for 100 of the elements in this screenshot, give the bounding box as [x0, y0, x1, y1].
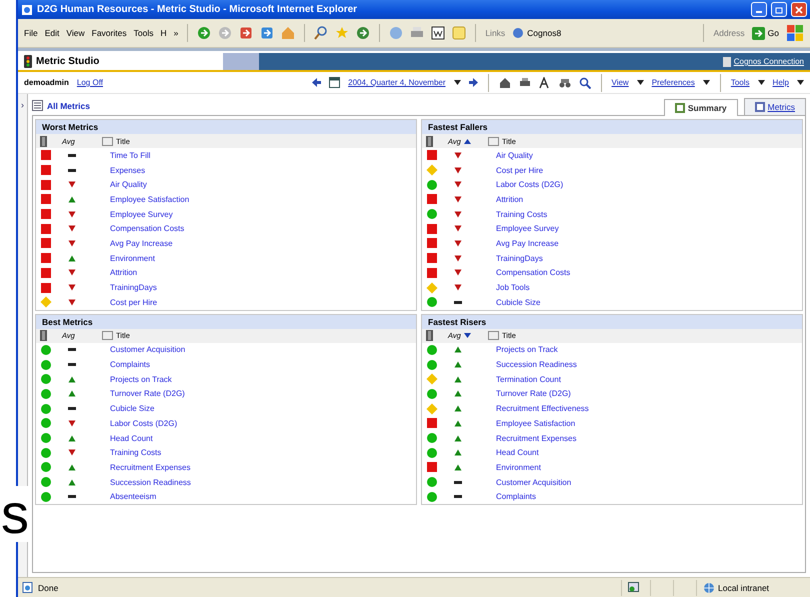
metric-link[interactable]: Employee Satisfaction [110, 194, 190, 204]
metric-link[interactable]: Attrition [110, 268, 138, 278]
square-icon [426, 237, 438, 250]
metric-link[interactable]: Job Tools [496, 283, 530, 292]
links-label: Links [485, 28, 506, 38]
metric-link[interactable]: Air Quality [496, 150, 533, 160]
metric-link[interactable]: Customer Acquisition [110, 345, 186, 354]
binoculars-icon[interactable] [558, 76, 571, 88]
font-size-icon[interactable] [538, 76, 551, 88]
circle-icon [40, 432, 52, 444]
metric-link[interactable]: TrainingDays [110, 283, 157, 292]
close-icon [795, 6, 803, 14]
menu-item[interactable]: View [66, 28, 85, 38]
metric-link[interactable]: TrainingDays [496, 254, 543, 263]
printer-icon[interactable] [518, 76, 531, 88]
metric-link[interactable]: Environment [496, 462, 541, 472]
diamond-icon [426, 402, 438, 415]
menu-item[interactable]: H [160, 28, 167, 38]
metric-link[interactable]: Cost per Hire [496, 166, 544, 175]
metric-link[interactable]: Training Costs [110, 448, 162, 458]
home-icon[interactable] [498, 76, 511, 88]
circle-icon [40, 373, 52, 386]
circle-icon [40, 476, 52, 488]
tab[interactable]: Summary [664, 99, 738, 116]
metric-link[interactable]: Cubicle Size [496, 298, 540, 307]
metric-link[interactable]: Head Count [110, 434, 153, 443]
caret-icon[interactable] [758, 80, 765, 85]
metric-link[interactable]: Head Count [496, 448, 539, 458]
metric-link[interactable]: Succession Readiness [496, 360, 577, 370]
cognos-connection-link[interactable]: Cognos Connection [722, 56, 810, 66]
restore-button[interactable] [771, 2, 787, 17]
menu-link[interactable]: Tools [730, 78, 750, 87]
metric-link[interactable]: Succession Readiness [110, 478, 191, 487]
links-item[interactable]: Cognos8 [512, 27, 562, 39]
log-off-link[interactable]: Log Off [76, 78, 103, 87]
metric-link[interactable]: Cost per Hire [110, 298, 158, 307]
menu-link[interactable]: View [612, 78, 629, 87]
metric-link[interactable]: Absenteeism [110, 492, 156, 502]
diamond-icon [426, 282, 438, 294]
close-button[interactable] [791, 2, 807, 17]
calendar-icon [329, 77, 340, 88]
metric-link[interactable]: Labor Costs (D2G) [496, 180, 564, 190]
metric-link[interactable]: Employee Survey [496, 224, 559, 234]
square-icon [40, 178, 52, 191]
star-icon[interactable] [335, 26, 350, 40]
metric-link[interactable]: Compensation Costs [110, 224, 184, 234]
metric-link[interactable]: Air Quality [110, 180, 147, 190]
caret-icon[interactable] [636, 80, 644, 85]
metric-link[interactable]: Time To Fill [110, 150, 150, 160]
window-title: D2G Human Resources - Metric Studio - Microsoft Internet Explorer [37, 4, 358, 15]
minimize-button[interactable] [751, 2, 767, 17]
menu-item[interactable]: Tools [134, 28, 154, 38]
metric-link[interactable]: Training Costs [496, 210, 548, 219]
metric-link[interactable]: Recruitment Effectiveness [496, 404, 589, 414]
menu-item[interactable]: Favorites [92, 28, 127, 38]
circle-icon [40, 417, 52, 430]
metric-link[interactable]: Compensation Costs [496, 268, 570, 278]
metric-link[interactable]: Turnover Rate (D2G) [110, 389, 185, 398]
metric-link[interactable]: Attrition [496, 194, 524, 204]
metric-link[interactable]: Employee Survey [110, 210, 173, 219]
metric-link[interactable]: Complaints [110, 360, 150, 370]
period-link[interactable]: 2004, Quarter 4, November [348, 78, 446, 87]
menu-item[interactable]: File [24, 28, 38, 38]
metric-link[interactable]: Employee Satisfaction [496, 418, 576, 428]
caret-icon[interactable] [702, 80, 710, 85]
metric-link[interactable]: Customer Acquisition [496, 478, 572, 487]
metric-link[interactable]: Avg Pay Increase [496, 238, 559, 248]
minimize-icon [756, 11, 762, 13]
menu-link[interactable]: Preferences [652, 78, 695, 87]
search-icon[interactable] [578, 76, 591, 88]
metric-link[interactable]: Projects on Track [496, 345, 558, 354]
go-button[interactable]: Go [752, 26, 779, 40]
metric-link[interactable]: Projects on Track [110, 374, 172, 384]
tab[interactable]: Metrics [744, 98, 806, 115]
metric-link[interactable]: Termination Count [496, 374, 561, 384]
metric-link[interactable]: Recruitment Expenses [496, 434, 576, 443]
back-icon[interactable] [197, 26, 212, 40]
metric-link[interactable]: Avg Pay Increase [110, 238, 173, 248]
document-icon[interactable] [431, 26, 446, 40]
caret-icon[interactable] [797, 80, 804, 85]
metric-link[interactable]: Complaints [496, 492, 536, 502]
square-icon [40, 164, 52, 176]
menu-item[interactable]: Edit [44, 28, 60, 38]
search-icon[interactable] [314, 26, 328, 40]
sidebar-toggle[interactable]: › [21, 100, 24, 110]
page-icon [22, 582, 33, 593]
metric-link[interactable]: Cubicle Size [110, 404, 154, 414]
caret-icon[interactable] [454, 80, 461, 85]
next-arrow-icon[interactable] [468, 78, 478, 87]
metric-link[interactable]: Expenses [110, 166, 146, 175]
metric-link[interactable]: Recruitment Expenses [110, 462, 190, 472]
metric-link[interactable]: Turnover Rate (D2G) [496, 389, 571, 398]
metric-link[interactable]: Labor Costs (D2G) [110, 418, 178, 428]
address-label: Address [713, 28, 745, 38]
menu-overflow[interactable]: » [174, 28, 178, 38]
circle-icon [426, 358, 438, 371]
panel-title: Worst Metrics [36, 120, 416, 134]
menu-link[interactable]: Help [772, 78, 789, 87]
previous-arrow-icon[interactable] [312, 78, 322, 87]
metric-link[interactable]: Environment [110, 254, 155, 263]
